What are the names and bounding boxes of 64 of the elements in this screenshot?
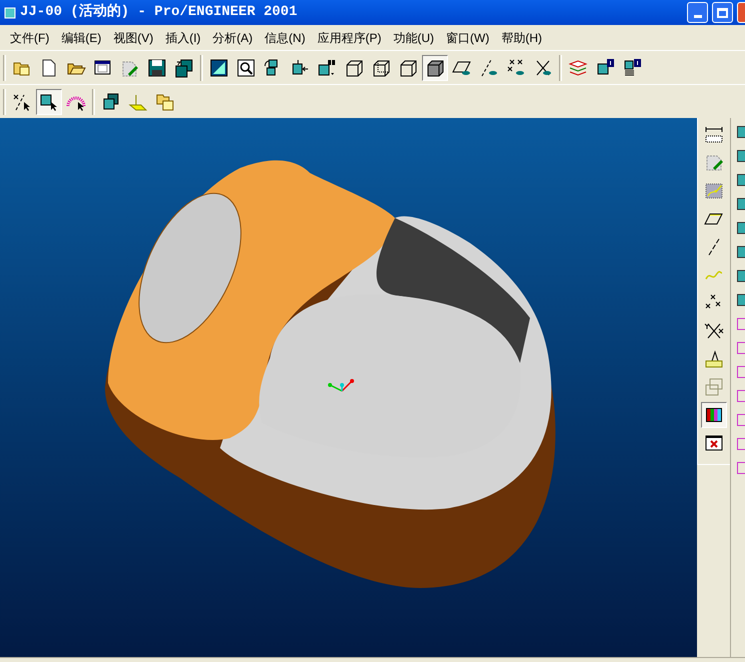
window-frame-icon <box>93 58 113 78</box>
menu-item[interactable]: 文件(F) <box>4 28 56 46</box>
window-title: JJ-00 (活动的) - Pro/ENGINEER 2001 <box>20 2 298 22</box>
close-window-icon <box>704 433 724 453</box>
clipped-tool-icon[interactable] <box>737 342 745 354</box>
dimension-icon <box>704 125 724 145</box>
menu-item[interactable]: 视图(V) <box>107 28 160 46</box>
folder-stack-icon <box>155 92 175 112</box>
cube-cursor-button[interactable] <box>36 88 62 114</box>
cube-arrow-icon <box>290 58 310 78</box>
clipped-tool-icon[interactable] <box>737 222 745 234</box>
sketch-pencil-icon <box>704 181 724 201</box>
outline-cube-icon <box>398 58 418 78</box>
wireframe-cube-icon <box>344 58 364 78</box>
app-icon <box>4 6 16 18</box>
stacked-cubes-icon <box>101 92 121 112</box>
save-icon <box>147 58 167 78</box>
clipped-tool-icon[interactable] <box>737 414 745 426</box>
menu-item[interactable]: 信息(N) <box>258 28 312 46</box>
points-eye-icon <box>506 58 526 78</box>
menu-item[interactable]: 帮助(H) <box>495 28 548 46</box>
clipped-tool-icon[interactable] <box>737 126 745 138</box>
list-info-icon <box>622 58 642 78</box>
cube-info-icon <box>595 58 615 78</box>
menu-item[interactable]: 编辑(E) <box>55 28 108 46</box>
menu-item[interactable]: 窗口(W) <box>440 28 496 46</box>
layers-icon <box>568 58 588 78</box>
dashed-cube-icon <box>371 58 391 78</box>
clipped-tool-icon[interactable] <box>737 174 745 186</box>
maximize-button[interactable] <box>712 2 733 23</box>
blocks-icon <box>704 377 724 397</box>
coordinate-axes-icon <box>327 378 355 394</box>
minimize-icon <box>694 15 702 18</box>
menu-item[interactable]: 功能(U) <box>387 28 440 46</box>
page-pencil-icon <box>704 153 724 173</box>
clipped-tool-icon[interactable] <box>737 294 745 306</box>
clipped-tool-icon[interactable] <box>737 246 745 258</box>
minimize-button[interactable] <box>687 2 708 23</box>
shaded-cube-icon <box>425 58 445 78</box>
clipped-tool-icon[interactable] <box>737 438 745 450</box>
zoom-icon <box>236 58 256 78</box>
color-bars-icon <box>704 405 724 425</box>
clipped-tool-icon[interactable] <box>737 366 745 378</box>
shaded-cube-button[interactable] <box>422 54 448 80</box>
ruler-analysis-icon <box>704 349 724 369</box>
axis-cursor-icon <box>12 92 32 112</box>
clipped-tool-icon[interactable] <box>737 150 745 162</box>
view-list-icon <box>317 58 337 78</box>
disk-copy-icon <box>174 58 194 78</box>
clipped-tool-icon[interactable] <box>737 198 745 210</box>
menu-item[interactable]: 分析(A) <box>206 28 259 46</box>
clipped-tool-icon[interactable] <box>737 318 745 330</box>
clipped-tool-icon[interactable] <box>737 270 745 282</box>
close-button[interactable] <box>737 2 745 23</box>
repaint-icon <box>209 58 229 78</box>
menu-item[interactable]: 应用程序(P) <box>311 28 388 46</box>
color-bars-button[interactable] <box>701 402 727 428</box>
axis-eye-icon <box>479 58 499 78</box>
maximize-icon <box>717 8 728 18</box>
clipped-tool-icon[interactable] <box>737 462 745 474</box>
menu-item[interactable]: 插入(I) <box>159 28 207 46</box>
coordinate-system-icon <box>704 321 724 341</box>
cube-cursor-icon <box>39 92 59 112</box>
clipped-tool-icon[interactable] <box>737 390 745 402</box>
